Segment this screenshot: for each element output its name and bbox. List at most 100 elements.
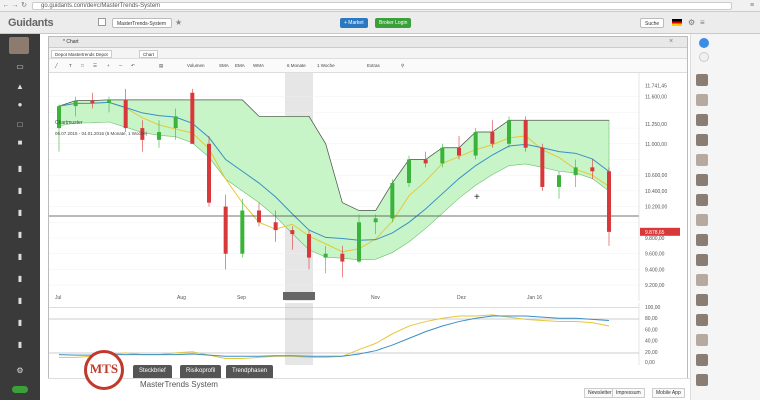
alarm-icon[interactable]: ▲ — [15, 82, 25, 92]
price-tick-label: 10.600,00 — [645, 173, 667, 179]
star-icon[interactable]: ★ — [175, 18, 182, 27]
contact-avatar[interactable] — [696, 214, 708, 226]
tab-depot[interactable]: Depot Mastertrends Depot — [51, 50, 112, 58]
language-flag-icon[interactable] — [672, 19, 682, 26]
candle-body — [590, 167, 595, 172]
tab-steckbrief[interactable]: Steckbrief — [133, 365, 172, 378]
depot-icon[interactable]: □ — [15, 120, 25, 130]
candle-body — [123, 99, 128, 129]
candle-body — [323, 253, 328, 258]
contact-avatar[interactable] — [696, 374, 708, 386]
interval-select[interactable]: 1 Woche — [317, 62, 335, 70]
osc-tick-label: 80,00 — [645, 316, 658, 322]
bookmark-icon[interactable]: ▮ — [15, 164, 25, 174]
zoom-icon[interactable]: ⚲ — [401, 62, 404, 70]
broker-login-button[interactable]: Broker Login — [375, 18, 412, 28]
reload-icon[interactable]: ↻ — [20, 2, 28, 10]
cross-tool-icon[interactable]: + — [107, 62, 110, 70]
workspace-select[interactable]: MasterTrends-System — [112, 18, 172, 28]
date-tick-label: Jan 16 — [527, 295, 542, 301]
watchlist-icon[interactable]: ● — [15, 100, 25, 110]
date-tick-label: Dez — [457, 295, 466, 301]
shape-tool-icon[interactable]: □ — [81, 62, 84, 70]
draw-line-icon[interactable]: ╱ — [55, 62, 58, 70]
oscillator-chart[interactable]: 100,00 80,00 60,00 40,00 20,00 0,00 — [49, 303, 689, 365]
bookmark-icon[interactable]: ▮ — [15, 340, 25, 350]
wma-button[interactable]: WMA — [253, 62, 264, 70]
undo-icon[interactable]: ↶ — [131, 62, 135, 70]
volume-button[interactable]: Volumen — [187, 62, 205, 70]
close-icon[interactable]: × — [669, 38, 673, 45]
tab-trendphasen[interactable]: Trendphasen — [226, 365, 274, 378]
extras-button[interactable]: Extras — [367, 62, 380, 70]
app-header: Guidants MasterTrends-System ★ + Market … — [0, 12, 760, 34]
price-tick-label: 11.741,45 — [645, 84, 667, 90]
market-button[interactable]: + Market — [340, 18, 368, 28]
text-tool-icon[interactable]: T — [69, 62, 72, 70]
candle-body — [207, 143, 211, 203]
logo-text: Guidants — [8, 17, 54, 29]
contact-avatar[interactable] — [696, 94, 708, 106]
contact-avatar[interactable] — [696, 354, 708, 366]
bookmark-icon[interactable]: ▮ — [15, 274, 25, 284]
contact-avatar[interactable] — [696, 334, 708, 346]
search-button[interactable]: Suche — [640, 18, 665, 28]
osc-tick-label: 60,00 — [645, 327, 658, 333]
status-badge — [12, 386, 28, 393]
ruler-tool-icon[interactable]: ─ — [119, 62, 122, 70]
contact-avatar[interactable] — [696, 194, 708, 206]
forward-icon[interactable]: → — [11, 2, 19, 10]
bookmark-icon[interactable]: ▮ — [15, 208, 25, 218]
bookmark-icon[interactable]: ▮ — [15, 252, 25, 262]
settings-icon[interactable]: ⚙ — [688, 18, 695, 27]
menu-icon[interactable]: ≡ — [748, 2, 756, 10]
candle-body — [507, 120, 511, 144]
price-tick-label: 9.400,00 — [645, 267, 665, 273]
contact-avatar[interactable] — [696, 314, 708, 326]
cursor-crosshair: + — [474, 192, 480, 203]
monitor-icon[interactable] — [98, 18, 106, 26]
bookmark-icon[interactable]: ▮ — [15, 296, 25, 306]
lightbulb-icon[interactable] — [699, 52, 709, 62]
guidants-logo[interactable]: Guidants — [8, 17, 54, 29]
contact-avatar[interactable] — [696, 74, 708, 86]
contact-avatar[interactable] — [696, 274, 708, 286]
contact-avatar[interactable] — [696, 254, 708, 266]
contact-avatar[interactable] — [696, 154, 708, 166]
price-tick-label: 9.878,65 — [645, 230, 665, 236]
url-bar[interactable]: go.guidants.com/de#c/MasterTrends-System — [32, 2, 732, 10]
chart-type-icon[interactable]: ▤ — [159, 62, 163, 70]
news-icon[interactable]: ■ — [15, 138, 25, 148]
tab-chart[interactable]: Chart — [139, 50, 159, 58]
user-avatar[interactable] — [9, 37, 29, 54]
mobile-app-link[interactable]: Mobile App — [652, 388, 685, 398]
date-marker — [283, 292, 315, 300]
bookmark-icon[interactable]: ▮ — [15, 186, 25, 196]
contact-avatar[interactable] — [696, 234, 708, 246]
contact-avatar[interactable] — [696, 294, 708, 306]
candle-body — [440, 147, 445, 164]
tab-risikoprofil[interactable]: Risikoprofil — [180, 365, 222, 378]
ema-button[interactable]: EMA — [235, 62, 245, 70]
contact-avatar[interactable] — [696, 174, 708, 186]
mts-system-name: MasterTrends System — [140, 380, 218, 389]
desktop-icon[interactable]: ▭ — [15, 62, 25, 72]
contact-avatar[interactable] — [696, 114, 708, 126]
gear-icon[interactable]: ⚙ — [15, 366, 25, 376]
candle-body — [523, 120, 528, 148]
back-icon[interactable]: ← — [2, 2, 10, 10]
range-select[interactable]: 6 Monate — [287, 62, 306, 70]
price-chart[interactable]: 11.741,45 11.600,00 11.250,00 11.000,00 10.6… — [49, 73, 689, 301]
sma-button[interactable]: SMA — [219, 62, 229, 70]
candle-body — [357, 222, 361, 262]
right-sidebar — [690, 34, 760, 400]
fib-tool-icon[interactable]: ☰ — [93, 62, 97, 70]
newsletter-link[interactable]: Newsletter — [584, 388, 616, 398]
contact-avatar[interactable] — [696, 134, 708, 146]
bookmark-icon[interactable]: ▮ — [15, 230, 25, 240]
osc-tick-label: 0,00 — [645, 360, 655, 365]
impressum-link[interactable]: Impressum — [612, 388, 645, 398]
menu-icon[interactable]: ≡ — [700, 18, 705, 27]
notification-icon[interactable] — [699, 38, 709, 48]
bookmark-icon[interactable]: ▮ — [15, 318, 25, 328]
